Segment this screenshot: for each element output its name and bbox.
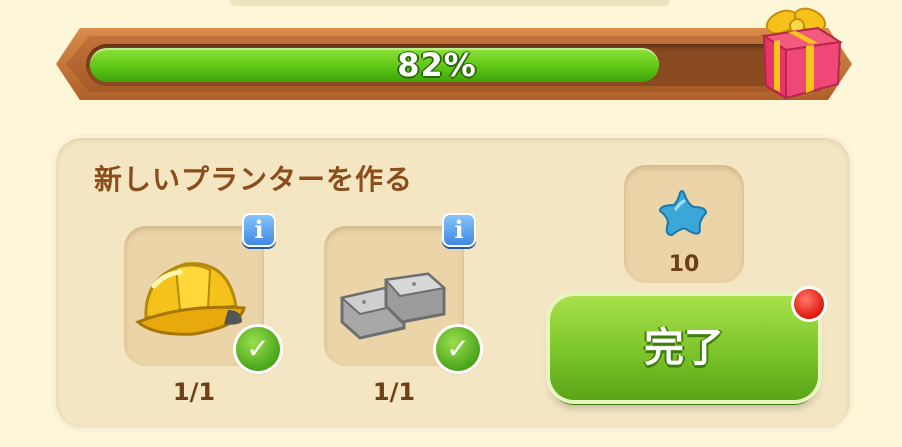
- requirement-count-stone: 1/1: [372, 378, 416, 406]
- notification-dot: [794, 289, 824, 319]
- top-panel-edge: [230, 0, 670, 6]
- info-button-hard-hat[interactable]: i: [242, 213, 276, 247]
- complete-button[interactable]: 完了: [550, 296, 818, 400]
- blue-star-icon: [658, 190, 708, 237]
- info-button-stone[interactable]: i: [442, 213, 476, 247]
- check-icon: ✓: [236, 327, 280, 371]
- reward-amount: 10: [668, 252, 700, 277]
- requirement-count-hard-hat: 1/1: [172, 378, 216, 406]
- task-title: 新しいプランターを作る: [94, 163, 414, 196]
- check-icon: ✓: [436, 327, 480, 371]
- gift-box-icon[interactable]: [760, 2, 844, 100]
- progress-percent-label: 82%: [397, 46, 477, 84]
